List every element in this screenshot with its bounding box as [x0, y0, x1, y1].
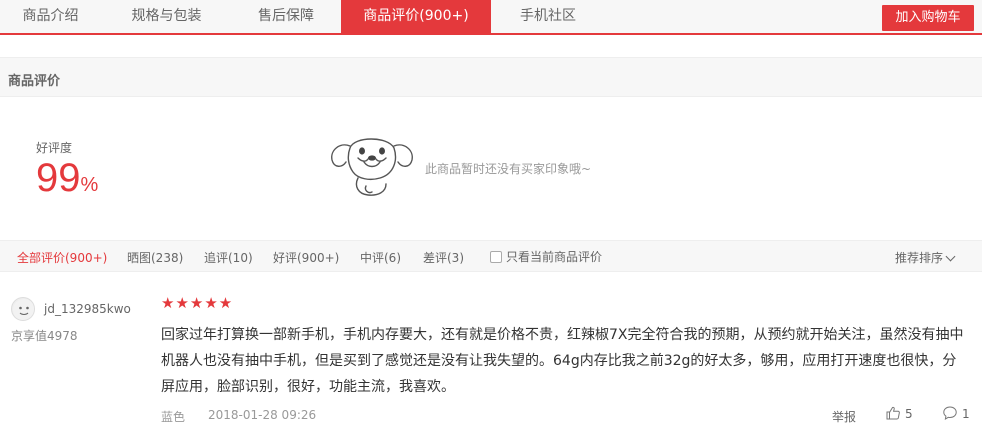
tab-specs-packaging[interactable]: 规格与包装 [101, 0, 232, 33]
avatar-face-icon [13, 299, 34, 320]
review-user-level: 京享值4978 [11, 329, 78, 343]
avatar[interactable] [11, 297, 35, 321]
add-to-cart-button[interactable]: 加入购物车 [882, 5, 974, 31]
reply-button[interactable]: 1 [942, 405, 970, 421]
chevron-down-icon [945, 251, 956, 262]
sort-dropdown[interactable]: 推荐排序 [894, 249, 956, 266]
tab-reviews[interactable]: 商品评价(900+) [341, 0, 491, 33]
report-button[interactable]: 举报 [832, 408, 856, 425]
impression-empty-text: 此商品暂时还没有买家印象哦~ [425, 162, 592, 176]
review-timestamp: 2018-01-28 09:26 [208, 408, 317, 422]
review-username: jd_132985kwo [44, 302, 131, 316]
tab-phone-community[interactable]: 手机社区 [491, 0, 605, 33]
filter-neutral[interactable]: 中评(6) [360, 249, 401, 266]
product-tab-bar: 商品介绍 规格与包装 售后保障 商品评价(900+) 手机社区 加入购物车 [0, 0, 982, 35]
positive-rate-unit: % [80, 174, 99, 196]
reply-count: 1 [962, 407, 970, 421]
filter-all[interactable]: 全部评价(900+) [17, 249, 107, 266]
filter-photos[interactable]: 晒图(238) [127, 249, 183, 266]
comment-bubble-icon [943, 406, 957, 420]
review-star-rating: ★★★★★ [161, 294, 234, 312]
section-title: 商品评价 [8, 74, 61, 89]
only-current-label: 只看当前商品评价 [506, 250, 603, 264]
review-body-text: 回家过年打算换一部新手机，手机内存要大，还有就是价格不贵，红辣椒7X完全符合我的… [161, 327, 964, 395]
jd-dog-mascot-icon [331, 138, 413, 196]
filter-positive[interactable]: 好评(900+) [273, 249, 339, 266]
only-current-product-checkbox[interactable]: 只看当前商品评价 [490, 248, 602, 265]
like-count: 5 [905, 407, 913, 421]
sort-label: 推荐排序 [894, 251, 943, 265]
filter-followup[interactable]: 追评(10) [204, 249, 253, 266]
thumbs-up-icon [886, 406, 900, 420]
review-product-color: 蓝色 [161, 410, 186, 424]
tab-after-sales[interactable]: 售后保障 [232, 0, 340, 33]
positive-rate-value: 99% [36, 154, 98, 202]
reviews-section-header: 商品评价 [0, 57, 982, 97]
like-button[interactable]: 5 [885, 405, 913, 421]
tab-product-intro[interactable]: 商品介绍 [0, 0, 101, 33]
filter-negative[interactable]: 差评(3) [423, 249, 464, 266]
review-filter-bar: 全部评价(900+) 晒图(238) 追评(10) 好评(900+) 中评(6)… [0, 240, 982, 272]
checkbox-box[interactable] [490, 251, 502, 263]
positive-rate-number: 99 [36, 156, 81, 200]
